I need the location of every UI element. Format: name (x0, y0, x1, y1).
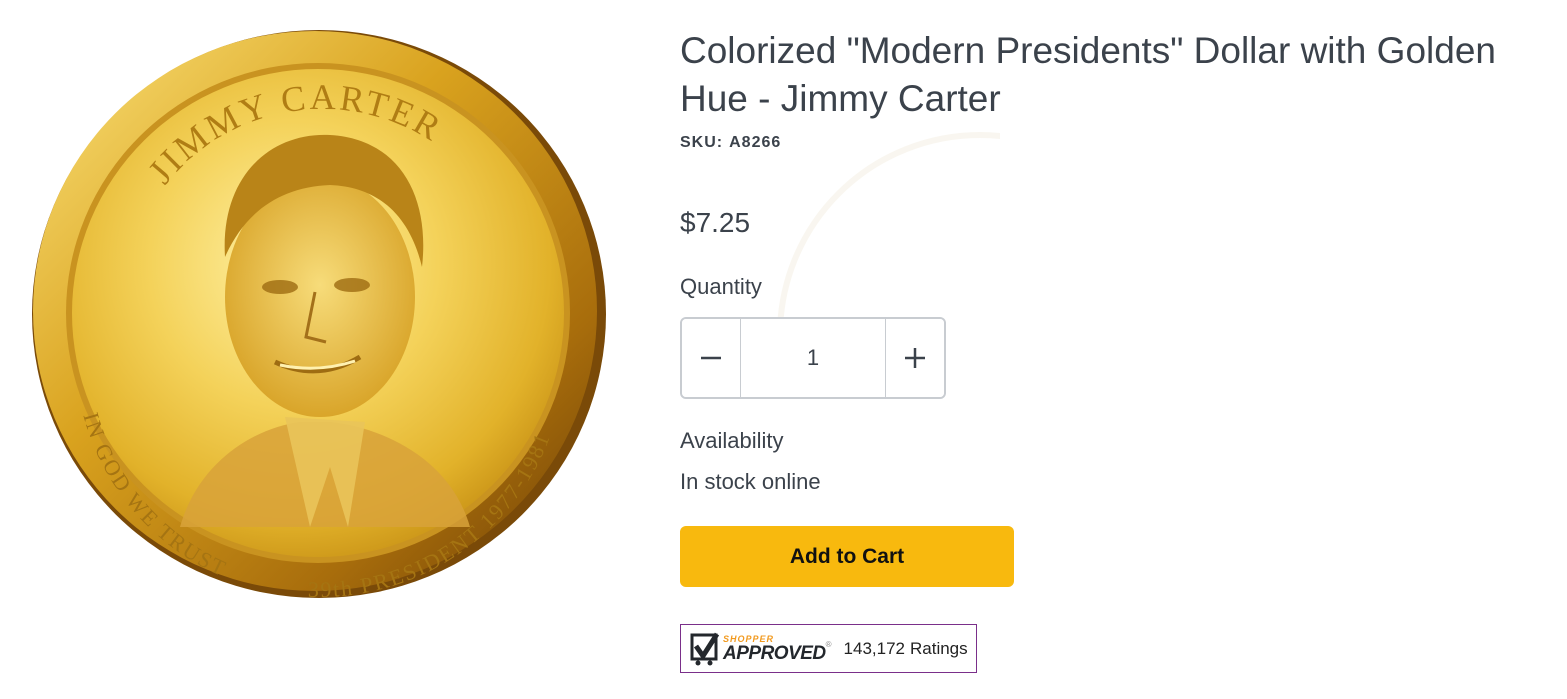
ratings-number: 143,172 (843, 638, 905, 658)
sku: SKU: A8266 (680, 134, 781, 152)
product-image[interactable]: JIMMY CARTER IN GOD WE TRUST 39th PRESID… (30, 27, 608, 600)
ratings-label: Ratings (910, 638, 968, 658)
product-price: $7.25 (680, 207, 751, 238)
availability-status: In stock online (680, 469, 821, 494)
shopper-approved-badge[interactable]: SHOPPER APPROVED ® 143,172 Ratings (680, 624, 977, 673)
zoom-ghost (777, 132, 1000, 325)
plus-icon (905, 348, 925, 368)
checkmark-cart-icon (690, 632, 720, 665)
sku-label: SKU: (680, 134, 724, 151)
minus-icon (701, 356, 721, 360)
shopper-approved-logo: SHOPPER APPROVED ® (690, 632, 832, 666)
coin-illustration: JIMMY CARTER IN GOD WE TRUST 39th PRESID… (32, 30, 606, 600)
ratings-count: 143,172 Ratings (844, 639, 968, 659)
quantity-increase-button[interactable] (885, 319, 944, 397)
product-title: Colorized "Modern Presidents" Dollar wit… (680, 30, 1496, 119)
quantity-input[interactable] (741, 319, 885, 397)
availability-label: Availability (680, 428, 784, 453)
registered-mark: ® (825, 639, 832, 649)
quantity-stepper (680, 317, 946, 399)
quantity-label: Quantity (680, 274, 762, 299)
quantity-decrease-button[interactable] (682, 319, 741, 397)
sku-value: A8266 (729, 134, 782, 151)
badge-brand-bottom: APPROVED (723, 642, 826, 664)
add-to-cart-button[interactable]: Add to Cart (680, 526, 1014, 587)
